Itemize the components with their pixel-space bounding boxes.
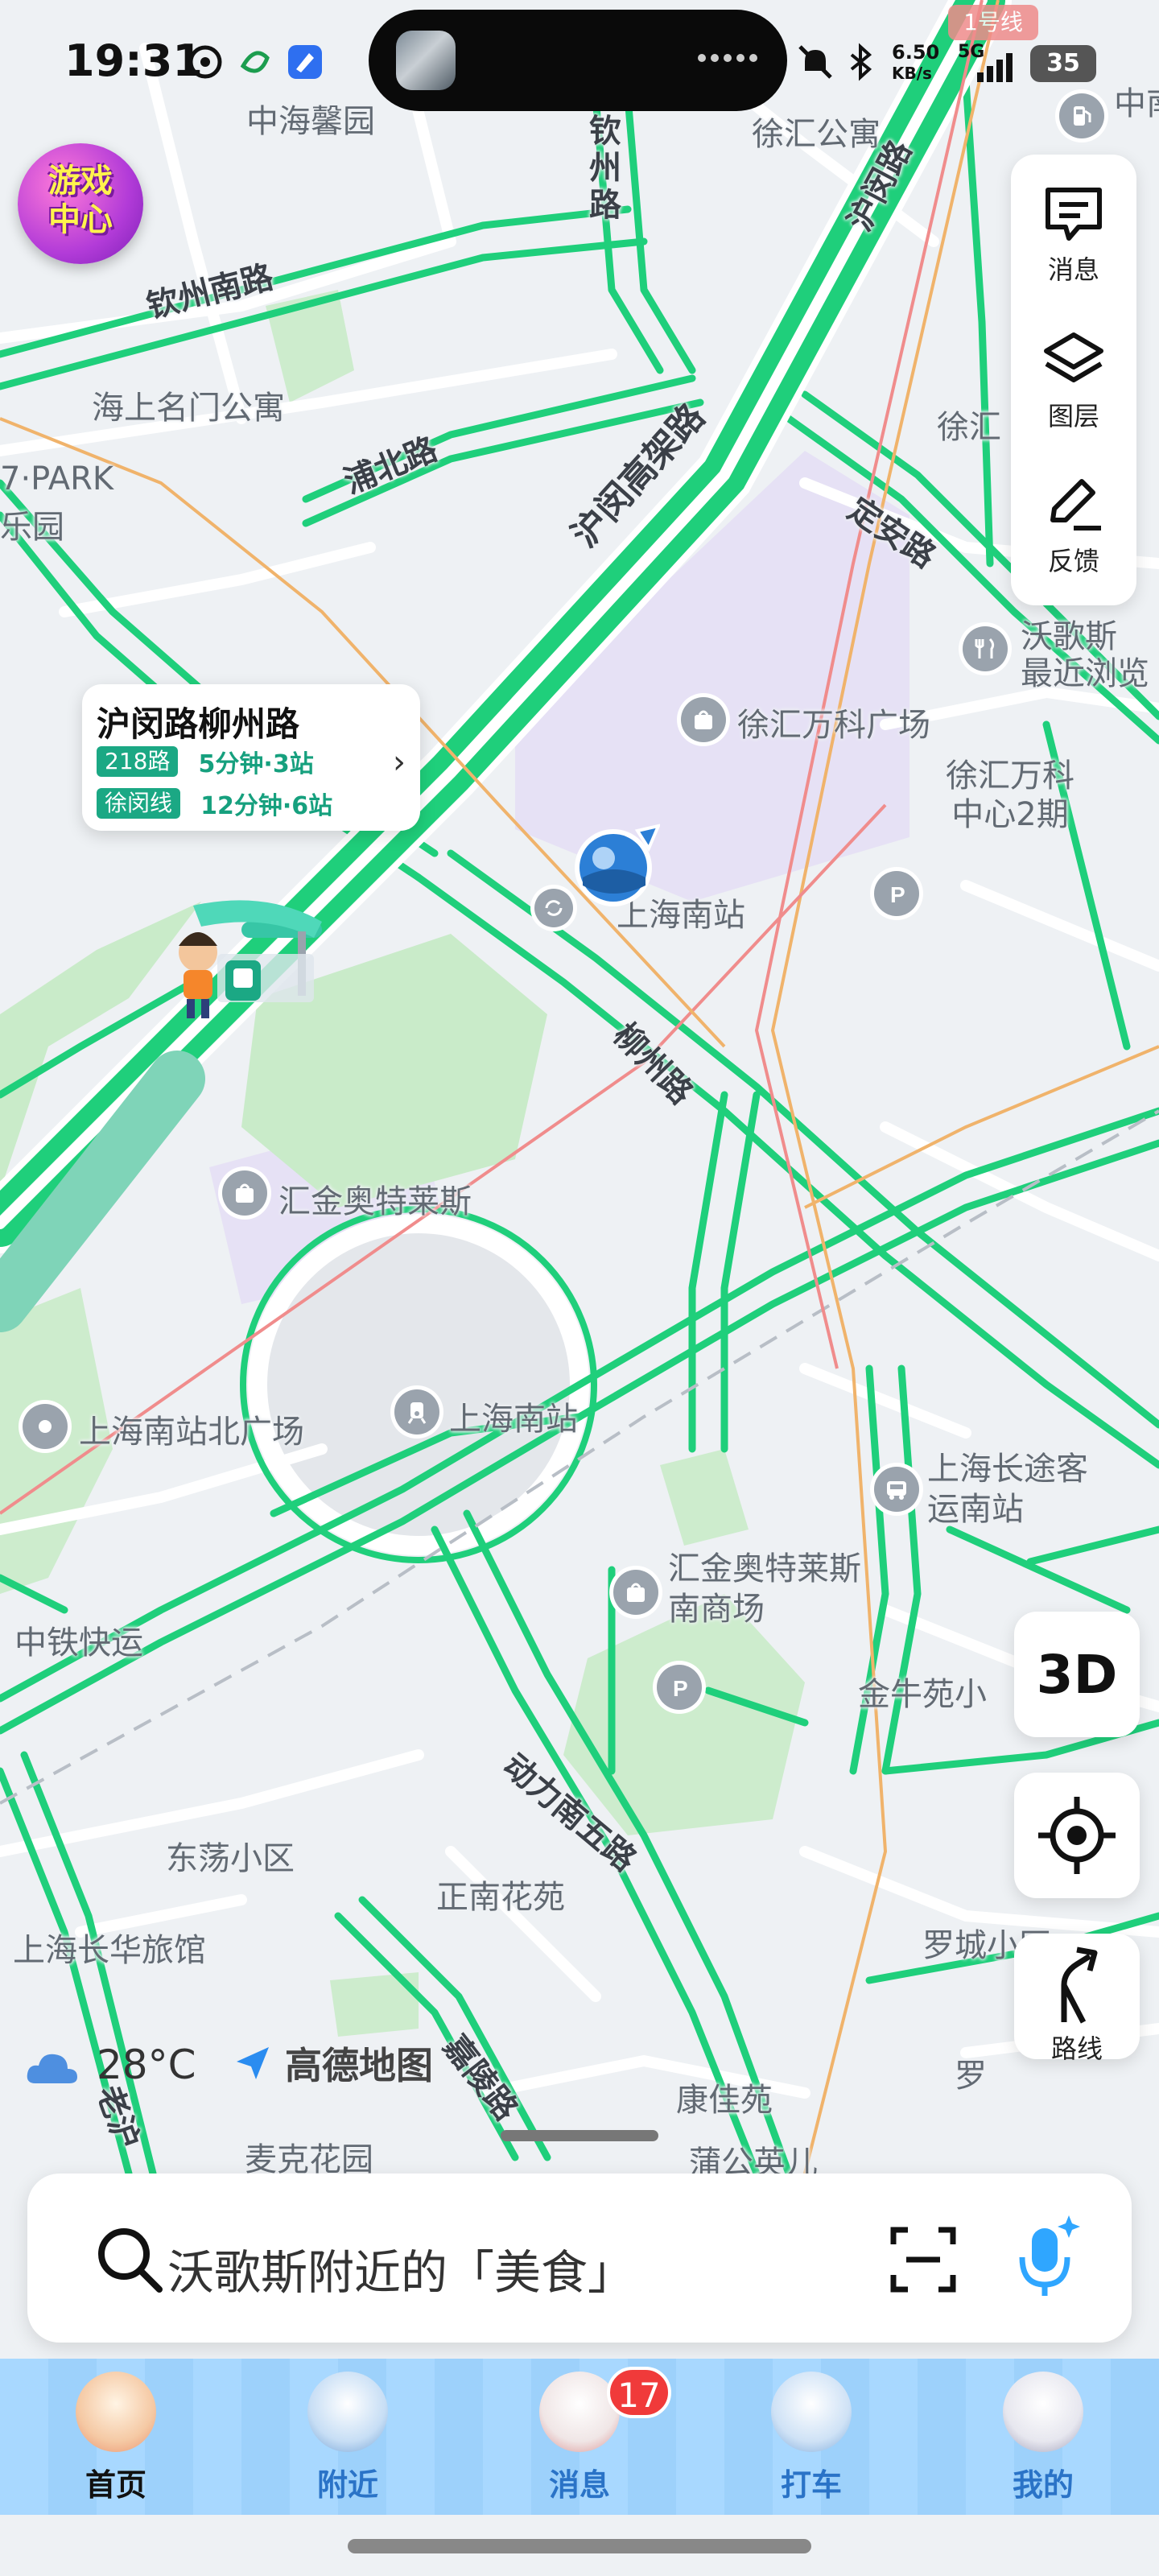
nav-profile[interactable]: 我的: [927, 2359, 1159, 2515]
map-label[interactable]: 海上名门公寓: [92, 382, 285, 428]
bluetooth-icon: [840, 42, 881, 82]
bottom-navigation: 首页 附近 17 消息 打车 我的: [0, 2359, 1159, 2515]
route-row[interactable]: 徐闵线 12分钟·6站: [97, 786, 333, 820]
location-pin-icon[interactable]: [23, 1404, 68, 1449]
app-icon: [285, 42, 325, 82]
map-label[interactable]: 上海南站北广场: [79, 1406, 304, 1452]
unread-badge: 17: [607, 2367, 671, 2418]
hotspot-icon: [185, 42, 225, 82]
transfer-icon: [534, 889, 573, 927]
nav-nearby[interactable]: 附近: [232, 2359, 464, 2515]
shopping-bag-icon[interactable]: [681, 697, 726, 742]
gesture-bar[interactable]: [348, 2539, 811, 2553]
map-label[interactable]: 康佳苑: [676, 2074, 773, 2120]
map-label[interactable]: 上海南站: [449, 1393, 578, 1439]
game-center-button[interactable]: 游戏 中心: [18, 143, 143, 264]
network-speed: 6.50 KB/s: [892, 41, 940, 83]
map-label[interactable]: 7·PARK: [0, 460, 113, 497]
map-label[interactable]: 徐汇万科中心2期: [934, 757, 1087, 834]
profile-avatar-icon: [1003, 2372, 1083, 2452]
map-label[interactable]: 正南花苑: [436, 1871, 565, 1918]
svg-text:P: P: [673, 1676, 688, 1700]
road-label: 钦州路: [589, 113, 621, 224]
nearby-avatar-icon: [307, 2372, 388, 2452]
restaurant-icon[interactable]: [963, 626, 1008, 671]
nav-taxi[interactable]: 打车: [695, 2359, 927, 2515]
search-icon: [98, 2228, 163, 2293]
route-eta: 5分钟·3站: [198, 750, 314, 778]
message-icon: [1046, 188, 1102, 241]
map-label[interactable]: 汇金奥特莱斯: [278, 1175, 472, 1222]
status-bar: 19:31 6.50 KB/s 5G 1号线 35: [0, 0, 1159, 121]
locate-me-button[interactable]: [1014, 1773, 1140, 1898]
map-label[interactable]: 徐汇万科广场: [737, 699, 930, 745]
map-label[interactable]: 徐汇: [937, 401, 1001, 448]
nav-home[interactable]: 首页: [0, 2359, 232, 2515]
bus-stop-card[interactable]: 沪闵路柳州路 218路 5分钟·3站 徐闵线 12分钟·6站 ›: [82, 684, 420, 831]
map-label[interactable]: 乐园: [0, 501, 64, 547]
map-label[interactable]: 罗: [955, 2050, 987, 2096]
signal-icon: [975, 48, 1024, 89]
map-label[interactable]: 金牛苑小: [858, 1668, 987, 1715]
chevron-right-icon[interactable]: ›: [393, 744, 406, 781]
scan-icon[interactable]: [887, 2223, 959, 2296]
feedback-button[interactable]: 反馈: [1011, 454, 1136, 591]
battery-indicator: 35: [1030, 45, 1096, 82]
media-thumbnail[interactable]: [396, 31, 456, 90]
amap-logo: 高德地图: [233, 2037, 433, 2090]
route-eta: 12分钟·6站: [200, 792, 333, 820]
current-location-marker: [571, 821, 662, 910]
route-row[interactable]: 218路 5分钟·3站: [97, 744, 314, 778]
map-label[interactable]: 中铁快运: [14, 1616, 143, 1663]
stop-name: 沪闵路柳州路: [97, 704, 300, 744]
parking-icon[interactable]: P: [657, 1665, 702, 1710]
map-label[interactable]: 汇金奥特莱斯南商场: [668, 1549, 869, 1629]
sheet-handle[interactable]: [501, 2130, 658, 2141]
edit-pen-icon: [1050, 479, 1101, 530]
home-avatar-icon: [76, 2372, 156, 2452]
3d-toggle-button[interactable]: 3D: [1014, 1612, 1140, 1737]
dynamic-island[interactable]: [369, 10, 787, 111]
map-label[interactable]: 上海长华旅馆: [13, 1924, 206, 1971]
route-arrow-icon: [1061, 1946, 1098, 2024]
route-badge: 218路: [97, 746, 179, 777]
bus-stop-illustration[interactable]: [169, 873, 330, 1034]
parking-icon[interactable]: P: [874, 871, 919, 916]
messages-button[interactable]: 消息: [1011, 163, 1136, 299]
search-bar[interactable]: 沃歌斯附近的「美食」: [27, 2174, 1132, 2343]
voice-mic-icon[interactable]: [1008, 2212, 1088, 2301]
train-station-icon[interactable]: [394, 1389, 439, 1435]
taxi-avatar-icon: [771, 2372, 852, 2452]
status-time: 19:31: [64, 35, 203, 86]
shopping-bag-icon[interactable]: [222, 1170, 267, 1216]
cloud-icon: [27, 2054, 77, 2083]
amap-arrow-icon: [237, 2047, 269, 2079]
audio-wave-icon: [698, 54, 757, 62]
route-button[interactable]: 路线: [1014, 1934, 1140, 2064]
shopping-bag-icon[interactable]: [613, 1570, 658, 1615]
svg-text:P: P: [890, 882, 905, 906]
bus-station-icon[interactable]: [874, 1467, 919, 1512]
layers-icon: [1044, 332, 1103, 382]
mute-icon: [795, 42, 835, 82]
map-label[interactable]: 东荡小区: [166, 1832, 295, 1879]
nav-messages[interactable]: 17 消息: [464, 2359, 695, 2515]
map-canvas[interactable]: [0, 0, 1159, 2359]
layers-button[interactable]: 图层: [1011, 309, 1136, 446]
metro-line-badge: 1号线: [948, 5, 1038, 40]
map-tools-panel: 消息 图层 反馈: [1011, 155, 1136, 605]
app-notification-icon: [235, 42, 275, 82]
crosshair-icon: [1038, 1797, 1116, 1874]
search-input[interactable]: 沃歌斯附近的「美食」: [167, 2235, 634, 2302]
route-badge: 徐闵线: [97, 788, 181, 819]
map-label[interactable]: 上海长途客运南站: [927, 1449, 1088, 1530]
map-label[interactable]: 最近浏览: [1021, 647, 1149, 694]
temperature: 28°C: [97, 2041, 196, 2088]
